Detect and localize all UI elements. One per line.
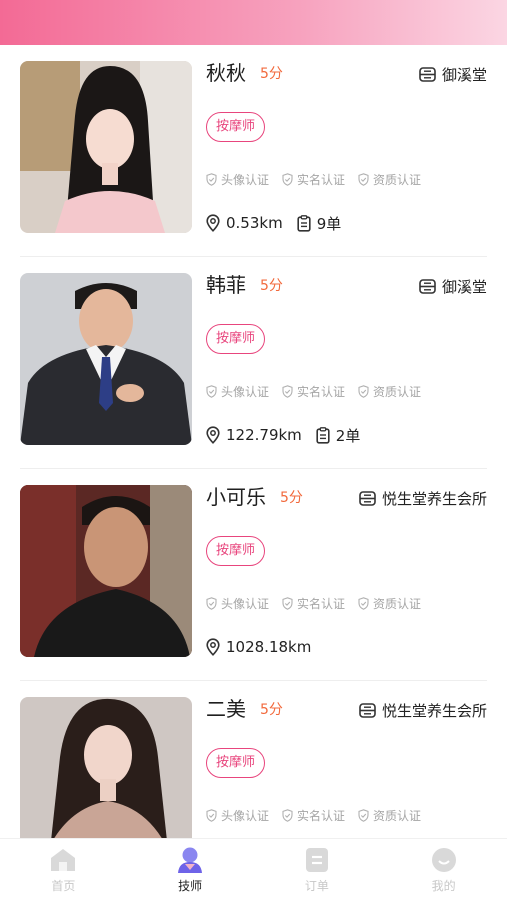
shield-check-icon — [206, 596, 217, 610]
shop-name: 御溪堂 — [441, 277, 487, 296]
cert-realname: 实名认证 — [282, 807, 345, 824]
technician-card[interactable]: 秋秋 5分 御溪堂 按摩师 头像认证 实名认证 资质认证 0.53km 9单 — [0, 45, 507, 257]
technician-score: 5分 — [260, 702, 283, 718]
location-pin-icon — [206, 638, 220, 656]
technician-photo[interactable] — [20, 485, 192, 657]
cert-realname: 实名认证 — [282, 171, 345, 188]
order-icon — [305, 848, 328, 872]
cert-row: 头像认证 实名认证 资质认证 — [206, 382, 434, 400]
shield-check-icon — [206, 384, 217, 398]
technician-card[interactable]: 韩菲 5分 御溪堂 按摩师 头像认证 实名认证 资质认证 122.79km 2单 — [0, 257, 507, 469]
technician-photo[interactable] — [20, 273, 192, 445]
cert-avatar: 头像认证 — [206, 171, 269, 188]
cert-qualification: 资质认证 — [358, 383, 421, 400]
shield-check-icon — [282, 808, 293, 822]
shop-name: 御溪堂 — [441, 65, 487, 84]
role-tag: 按摩师 — [206, 748, 266, 778]
shield-check-icon — [282, 384, 293, 398]
home-icon — [51, 849, 76, 871]
shop-link[interactable]: 御溪堂 — [419, 276, 487, 296]
shop-link[interactable]: 御溪堂 — [419, 64, 487, 84]
cert-qualification: 资质认证 — [358, 807, 421, 824]
tab-mine[interactable]: 我的 — [380, 839, 507, 900]
tab-bar: 首页 技师 订单 我的 — [0, 838, 507, 900]
cert-row: 头像认证 实名认证 资质认证 — [206, 806, 434, 824]
role-tag: 按摩师 — [206, 536, 266, 566]
cert-row: 头像认证 实名认证 资质认证 — [206, 594, 434, 612]
shield-check-icon — [206, 808, 217, 822]
technician-score: 5分 — [260, 278, 283, 294]
technician-card[interactable]: 小可乐 5分 悦生堂养生会所 按摩师 头像认证 实名认证 资质认证 1028.1… — [0, 469, 507, 681]
cert-avatar: 头像认证 — [206, 807, 269, 824]
technician-score: 5分 — [280, 490, 303, 506]
shield-check-icon — [282, 172, 293, 186]
shield-check-icon — [206, 172, 217, 186]
header-bar — [0, 0, 507, 45]
shop-name: 悦生堂养生会所 — [381, 489, 487, 508]
tab-technician[interactable]: 技师 — [127, 839, 254, 900]
store-icon — [359, 490, 376, 506]
shield-check-icon — [358, 596, 369, 610]
smile-icon — [431, 848, 456, 872]
technician-name: 小可乐 — [206, 485, 266, 509]
shield-check-icon — [358, 172, 369, 186]
shop-link[interactable]: 悦生堂养生会所 — [359, 700, 487, 720]
technician-photo[interactable] — [20, 697, 192, 838]
distance: 122.79km — [206, 426, 302, 444]
store-icon — [419, 66, 436, 82]
cert-realname: 实名认证 — [282, 595, 345, 612]
shield-check-icon — [358, 384, 369, 398]
tab-orders[interactable]: 订单 — [254, 839, 381, 900]
cert-avatar: 头像认证 — [206, 595, 269, 612]
technician-name: 二美 — [206, 697, 246, 721]
cert-realname: 实名认证 — [282, 383, 345, 400]
cert-row: 头像认证 实名认证 资质认证 — [206, 170, 434, 188]
distance: 0.53km — [206, 214, 283, 232]
role-tag: 按摩师 — [206, 324, 266, 354]
cert-qualification: 资质认证 — [358, 171, 421, 188]
technician-photo[interactable] — [20, 61, 192, 233]
technician-score: 5分 — [260, 66, 283, 82]
shop-link[interactable]: 悦生堂养生会所 — [359, 488, 487, 508]
technician-list[interactable]: 秋秋 5分 御溪堂 按摩师 头像认证 实名认证 资质认证 0.53km 9单 韩… — [0, 45, 507, 838]
shop-name: 悦生堂养生会所 — [381, 701, 487, 720]
order-count: 2单 — [316, 425, 360, 446]
location-pin-icon — [206, 214, 220, 232]
shield-check-icon — [282, 596, 293, 610]
role-tag: 按摩师 — [206, 112, 266, 142]
meta-row: 122.79km 2单 — [206, 424, 374, 446]
clipboard-icon — [297, 214, 311, 232]
cert-avatar: 头像认证 — [206, 383, 269, 400]
technician-name: 秋秋 — [206, 61, 246, 85]
technician-name: 韩菲 — [206, 273, 246, 297]
location-pin-icon — [206, 426, 220, 444]
tab-home[interactable]: 首页 — [0, 839, 127, 900]
distance: 1028.18km — [206, 638, 311, 656]
store-icon — [359, 702, 376, 718]
meta-row: 0.53km 9单 — [206, 212, 355, 234]
meta-row: 1028.18km — [206, 636, 325, 658]
technician-icon — [178, 847, 203, 873]
order-count: 9单 — [297, 213, 341, 234]
technician-card[interactable]: 二美 5分 悦生堂养生会所 按摩师 头像认证 实名认证 资质认证 — [0, 681, 507, 838]
store-icon — [419, 278, 436, 294]
shield-check-icon — [358, 808, 369, 822]
clipboard-icon — [316, 426, 330, 444]
cert-qualification: 资质认证 — [358, 595, 421, 612]
